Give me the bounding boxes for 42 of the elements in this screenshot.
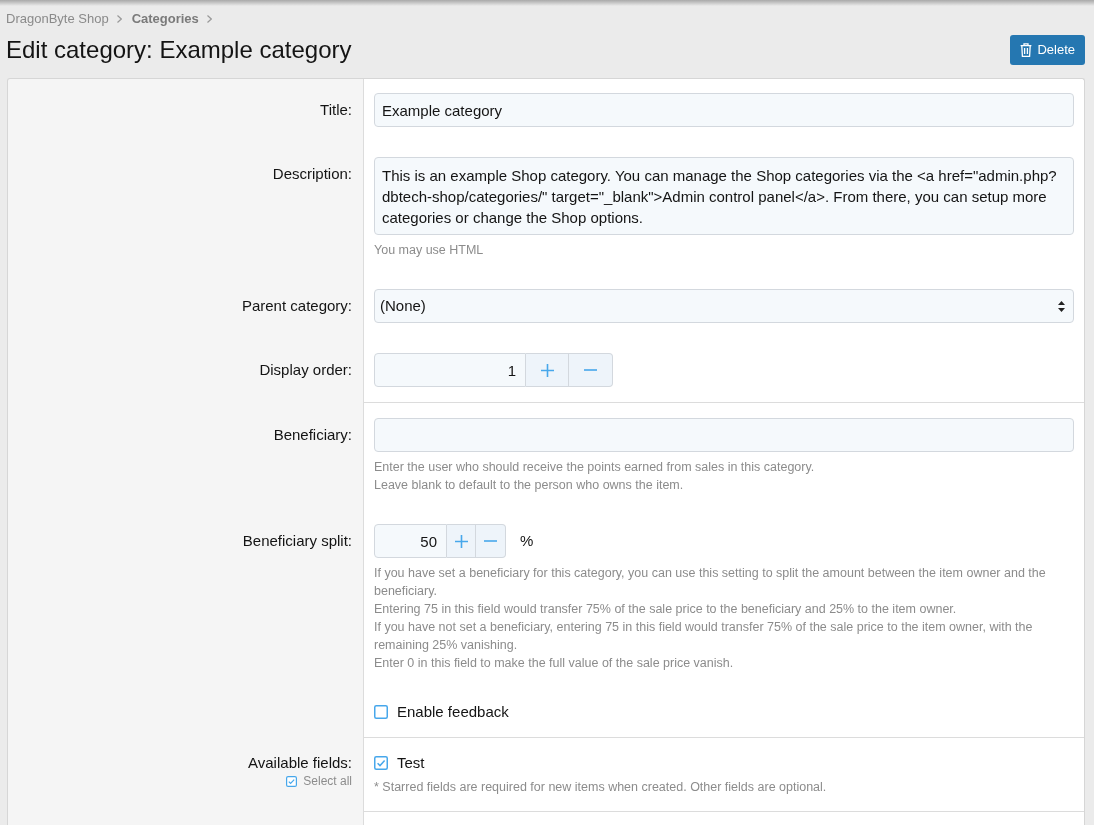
field-label: Available fields: [248,753,352,773]
trash-icon [1020,43,1033,57]
unit-label: % [520,530,534,551]
minus-icon [484,540,497,542]
checkbox[interactable] [374,705,388,719]
field-label: Beneficiary: [273,424,352,445]
dropdown-select[interactable]: (None) [374,289,1074,323]
field-label: Description: [272,163,352,184]
plus-icon [540,363,554,377]
field-label: Title: [320,99,352,120]
number-input[interactable]: 1 [374,353,526,387]
minus-icon [584,369,597,371]
field-label: Display order: [259,359,352,380]
chevron-icon [116,15,122,23]
number-input[interactable]: 50 [374,524,447,558]
help-text: If you have set a beneficiary for this category, you can use this setting to split the amount between the item owner and the beneficiary. [374,565,1047,600]
help-text: If you have not set a beneficiary, entering 75 in this field would transfer 75% of the sale price to the item owner, with the remaining 25% vanishing. [374,619,1034,654]
text-input[interactable]: Example category [374,93,1074,127]
chevron-icon [206,15,212,23]
help-text: You may use HTML [374,242,485,259]
checkbox-label[interactable]: Enable feedback [397,700,509,724]
help-text: * Starred fields are required for new items when created. Other fields are optional. [374,779,828,796]
breadcrumb-link[interactable]: Categories [131,11,199,27]
increment-button[interactable] [447,524,476,558]
help-text: Entering 75 in this field would transfer 75% of the sale price to the beneficiary and 25% to the item owner. [374,601,958,618]
increment-button[interactable] [526,353,569,387]
text-input[interactable] [374,418,1074,452]
checkbox[interactable] [374,756,388,770]
help-text: Leave blank to default to the person who owns the item. [374,477,685,494]
field-label: Beneficiary split: [242,530,352,551]
page-title: Edit category: Example category [6,35,352,65]
help-text: Enter 0 in this field to make the full value of the sale price vanish. [374,655,735,672]
checkbox-label[interactable]: Test [397,751,425,775]
checkbox[interactable] [286,775,298,787]
help-text: Enter the user who should receive the points earned from sales in this category. [374,459,816,476]
textarea-field[interactable]: This is an example Shop category. You can manage the Shop categories via the <a href="admin.php?dbtech-shop/categories/" target="_blank">Admin control panel</a>. From there, you can setup more categories or change the Shop options. [374,157,1074,235]
decrement-button[interactable] [569,353,613,387]
delete-button[interactable]: Delete [1010,35,1085,65]
decrement-button[interactable] [476,524,506,558]
plus-icon [454,534,468,548]
updown-caret-icon [1058,300,1065,312]
field-label: Parent category: [241,295,352,316]
